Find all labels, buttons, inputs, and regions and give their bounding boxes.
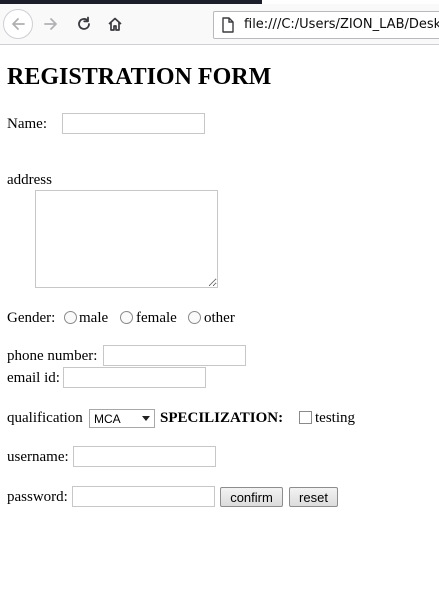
testing-checkbox-label: testing [315,410,355,426]
chevron-down-icon [142,416,150,421]
arrow-left-icon [12,18,25,30]
radio-female[interactable] [120,311,133,324]
address-label: address [7,172,52,188]
address-textarea[interactable] [35,190,218,288]
gender-label: Gender: [7,310,56,326]
radio-other[interactable] [188,311,201,324]
username-label: username: [7,449,69,465]
forward-button[interactable] [36,9,66,39]
password-label: password: [7,489,68,505]
name-label: Name: [7,116,47,132]
reload-button[interactable] [69,9,99,39]
qualification-select[interactable]: MCA [89,409,155,428]
url-text: file:///C:/Users/ZION_LAB/Deskt [244,17,439,32]
home-button[interactable] [100,9,130,39]
confirm-button[interactable]: confirm [220,487,283,507]
reload-icon [78,16,90,30]
radio-other-label: other [204,310,235,326]
home-icon [108,17,122,31]
page-icon [222,17,234,33]
address-bar[interactable]: file:///C:/Users/ZION_LAB/Deskt [213,11,439,39]
name-input[interactable] [62,113,205,134]
qualification-selected-value: MCA [94,412,121,426]
radio-female-label: female [136,310,177,326]
reset-button[interactable]: reset [289,487,338,507]
email-label: email id: [7,370,60,386]
back-button[interactable] [3,9,33,39]
phone-input[interactable] [103,345,246,366]
radio-male-label: male [79,310,109,326]
radio-male[interactable] [64,311,77,324]
email-input[interactable] [63,367,206,388]
testing-checkbox[interactable] [299,411,312,424]
password-input[interactable] [72,486,215,507]
qualification-label: qualification [7,410,83,426]
specialization-label: SPECILIZATION: [160,410,284,426]
arrow-right-icon [44,18,57,30]
phone-label: phone number: [7,348,98,364]
browser-toolbar: file:///C:/Users/ZION_LAB/Deskt [0,4,439,45]
page-title: REGISTRATION FORM [7,64,272,90]
username-input[interactable] [73,446,216,467]
